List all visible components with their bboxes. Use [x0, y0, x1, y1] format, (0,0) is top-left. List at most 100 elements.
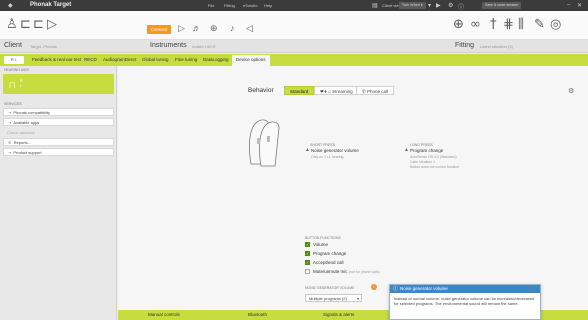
sidebar-item-product-support[interactable]: ⇥ Product support [3, 148, 114, 156]
function-mute-unmute[interactable]: Mute/unmute mic (not for phone calls) [305, 269, 380, 275]
tab-manual-controls[interactable]: Manual controls [148, 312, 180, 317]
client-label[interactable]: Client [4, 42, 22, 49]
audiogram-icon[interactable]: ⊏ [20, 17, 31, 32]
sidebar-item-label: Phonak compatibility [13, 110, 51, 115]
save-close-button[interactable]: Save & close session [482, 2, 522, 9]
checkbox-unchecked-icon[interactable] [305, 269, 310, 275]
fitting-icon[interactable]: ▷ [47, 17, 57, 32]
tab-recd[interactable]: RECD [84, 57, 97, 62]
settings-icon: ⚙ [8, 140, 12, 145]
link-icon: ⇥ [8, 150, 12, 155]
feedback-icon[interactable]: ⊕ [210, 23, 218, 34]
instruments-name: Audéo L90-R [192, 44, 216, 49]
menu-fitting[interactable]: Fitting [224, 3, 235, 8]
streaming-icon: ❤✈♫ [320, 89, 333, 94]
function-label: Mute/unmute mic [313, 269, 348, 274]
fitting-label[interactable]: Fitting [455, 42, 474, 49]
sidebar-item-label: Product support [13, 150, 42, 155]
audio-icon[interactable]: ♬ [192, 23, 201, 33]
long-press-value: Program change [410, 148, 444, 153]
chart-icon[interactable]: ⋕ [503, 17, 514, 32]
status-select[interactable]: Turn in/turn it [399, 2, 426, 9]
function-note: (not for phone calls) [348, 270, 380, 274]
tab-row: R L Feedback & real ear test RECD Audiog… [0, 54, 588, 66]
gear-icon[interactable]: ⚙ [448, 2, 453, 9]
info-row: Client Target, Phonak Instruments Audéo … [0, 40, 588, 53]
minimize-icon[interactable]: – [567, 2, 570, 8]
client-icon[interactable]: ♙ [6, 17, 18, 32]
client-name: Target, Phonak [30, 44, 57, 49]
button-functions-header: BUTTON FUNCTIONS [305, 236, 341, 240]
segment-standard[interactable]: Standard [284, 86, 315, 95]
tab-feedback[interactable]: Feedback & real ear test [32, 57, 81, 62]
level-icon[interactable]: ⫼ [518, 17, 524, 32]
tab-fine-tuning[interactable]: Fine tuning [175, 57, 197, 62]
fitting-sub: Latest situation (3) [480, 44, 513, 49]
wireless-icon[interactable]: ◎ [550, 17, 561, 32]
info-icon: ⓘ [393, 286, 399, 292]
close-icon[interactable]: ✕ [577, 2, 582, 9]
segment-streaming[interactable]: ❤✈♫ Streaming [314, 86, 359, 95]
menu-file[interactable]: File [208, 3, 214, 8]
function-accept-end-call[interactable]: ✓ Accept/end call [305, 260, 344, 266]
segment-phone-call-label: Phone call [367, 89, 389, 94]
tooltip-title: Noise generator volume [400, 286, 448, 291]
title-bar: ◆ Phonak Target File Fitting eSolutio He… [0, 0, 588, 11]
check-warranty-link[interactable]: Check warranty [7, 130, 35, 135]
speaker-icon[interactable]: ♪ [230, 23, 235, 33]
sidebar-item-phonak-compatibility[interactable]: ⇥ Phonak compatibility [3, 108, 114, 116]
long-press-header: LONG PRESS [410, 143, 433, 147]
settings-gear-icon[interactable]: ⚙ [568, 87, 574, 95]
play-icon[interactable]: ▶ [436, 2, 441, 9]
function-program-change[interactable]: ✓ Program change [305, 251, 346, 257]
noise-volume-dropdown[interactable]: Multiple programs (2) ▾ [305, 294, 362, 302]
hearing-aids-box[interactable]: ∩ R L [3, 74, 114, 94]
sidebar-item-available-apps[interactable]: ⇥ Available apps [3, 118, 114, 126]
side-selector[interactable]: R L [4, 56, 24, 64]
info-icon[interactable]: i [371, 284, 377, 290]
link-icon: ⇥ [8, 120, 12, 125]
help-icon[interactable]: ⓘ [458, 2, 464, 11]
long-press-icon: ▲ [404, 147, 409, 153]
connect-button[interactable]: Connect [147, 25, 171, 34]
sidebar-item-reports[interactable]: ⚙ Reports... [3, 138, 114, 146]
tooltip-header: ⓘ Noise generator volume [390, 285, 540, 293]
tab-bluetooth[interactable]: Bluetooth [248, 312, 267, 317]
checkbox-checked-icon[interactable]: ✓ [305, 251, 310, 257]
checkbox-checked-icon[interactable]: ✓ [305, 260, 310, 266]
pin-icon[interactable]: † [490, 17, 497, 32]
segment-phone-call[interactable]: ✆ Phone call [356, 86, 395, 95]
instruments-label[interactable]: Instruments [150, 42, 187, 49]
long-press-sub2: Calm situation 1 [410, 160, 436, 164]
sidebar-item-label: Available apps [13, 120, 40, 125]
sidebar-item-label: Reports... [13, 140, 31, 145]
sidebar: HEARING AIDS ∩ R L SERVICES ⇥ Phonak comp… [0, 66, 117, 320]
hearing-aid-icon: ∩ [8, 77, 17, 91]
tab-audiogramdirect[interactable]: AudiogramDirect [103, 57, 137, 62]
binocular-icon[interactable]: ∞ [470, 17, 481, 32]
dropdown-value: Multiple programs (2) [309, 296, 347, 301]
toolbar: ♙ ⊏ ⊏ ▷ Connect ▷ ♬ ⊕ ♪ ◁ ⊕ ∞ † ⋕ ⫼ ✎ ◎ [0, 11, 588, 40]
phonak-logo-icon: ◆ [8, 3, 13, 9]
tools-icon[interactable]: ✎ [534, 17, 545, 32]
checkbox-checked-icon[interactable]: ✓ [305, 242, 310, 248]
chevron-down-icon: ▾ [356, 296, 359, 301]
tab-datalogging[interactable]: DataLogging [203, 57, 229, 62]
function-volume[interactable]: ✓ Volume [305, 242, 328, 248]
chevron-down-icon[interactable]: ▾ [428, 2, 431, 9]
hearing-aid-sides: R L [20, 78, 23, 88]
menu-esolutio[interactable]: eSolutio [243, 3, 257, 8]
instruments-icon[interactable]: ⊏ [33, 17, 44, 32]
hearing-aids-header: HEARING AIDS [4, 68, 29, 72]
segment-streaming-label: Streaming [332, 89, 353, 94]
tab-device-options[interactable]: Device options [232, 55, 270, 66]
tab-signals-alerts[interactable]: Signals & alerts [323, 312, 354, 317]
menu-help[interactable]: Help [264, 3, 272, 8]
volume-icon[interactable]: ◁ [246, 23, 253, 34]
info-tooltip: ⓘ Noise generator volume Instead of norm… [389, 284, 541, 320]
play-fitting-icon[interactable]: ▷ [178, 23, 185, 34]
link-icon: ⇥ [8, 110, 12, 115]
window-icon[interactable]: ▤ [372, 2, 378, 9]
globe-icon[interactable]: ⊕ [453, 17, 464, 32]
tab-global-tuning[interactable]: Global tuning [142, 57, 169, 62]
